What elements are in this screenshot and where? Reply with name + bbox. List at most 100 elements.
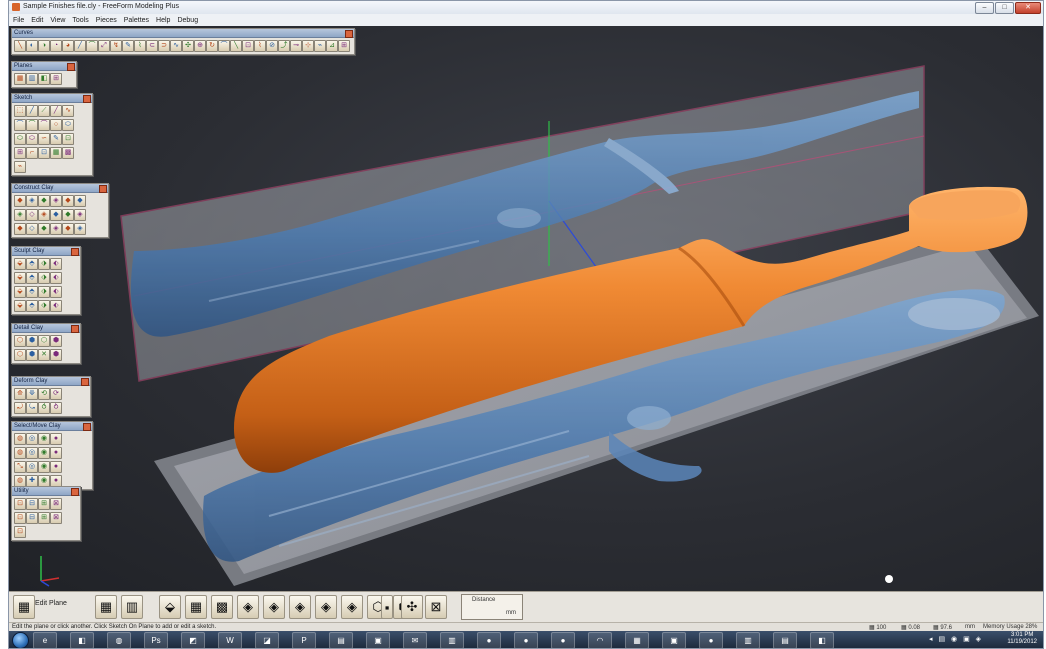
tool-button-icon[interactable]: ⬖ xyxy=(50,300,62,312)
tool-button-icon[interactable]: ◈ xyxy=(14,209,26,221)
tool-button-icon[interactable]: ◉ xyxy=(38,447,50,459)
tool-button-icon[interactable]: ◆ xyxy=(38,223,50,235)
taskbar-app-icon[interactable]: ● xyxy=(477,632,501,648)
tool-button-icon[interactable]: ◈ xyxy=(50,195,62,207)
tool-button-icon[interactable]: ⬭ xyxy=(14,133,26,145)
tool-button-icon[interactable]: ● xyxy=(50,461,62,473)
tool-button-icon[interactable]: ◈ xyxy=(50,223,62,235)
tool-button-icon[interactable]: ⟲ xyxy=(38,388,50,400)
close-button[interactable]: ✕ xyxy=(1015,2,1041,14)
tool-button-icon[interactable]: ◉ xyxy=(38,461,50,473)
bottom-tool-icon[interactable]: ⊠ xyxy=(425,595,447,619)
tool-button-icon[interactable]: ⬡ xyxy=(14,335,26,347)
tool-button-icon[interactable]: ⌁ xyxy=(314,40,326,52)
taskbar-app-icon[interactable]: ◠ xyxy=(588,632,612,648)
tool-button-icon[interactable]: ⌒ xyxy=(26,119,38,131)
tool-button-icon[interactable]: ⌇ xyxy=(134,40,146,52)
menu-view[interactable]: View xyxy=(50,17,65,24)
tool-button-icon[interactable]: ╲ xyxy=(230,40,242,52)
tool-button-icon[interactable]: ⌒ xyxy=(86,40,98,52)
maximize-button[interactable]: □ xyxy=(995,2,1014,14)
tool-button-icon[interactable]: ◎ xyxy=(26,433,38,445)
tool-button-icon[interactable]: ◎ xyxy=(26,461,38,473)
tool-button-icon[interactable]: ◈ xyxy=(38,209,50,221)
tool-button-icon[interactable]: ◆ xyxy=(38,195,50,207)
taskbar-app-icon[interactable]: ◧ xyxy=(70,632,94,648)
bottom-tool-icon[interactable]: ▦ xyxy=(185,595,207,619)
tool-button-icon[interactable]: ◆ xyxy=(62,223,74,235)
distance-field[interactable]: Distance mm xyxy=(461,594,523,620)
menu-edit[interactable]: Edit xyxy=(31,17,43,24)
tool-button-icon[interactable]: ⊞ xyxy=(14,147,26,159)
close-icon[interactable] xyxy=(83,95,91,103)
tool-button-icon[interactable]: ⬗ xyxy=(38,272,50,284)
menu-tools[interactable]: Tools xyxy=(72,17,88,24)
tool-button-icon[interactable]: ⬗ xyxy=(38,258,50,270)
taskbar-app-icon[interactable]: ▣ xyxy=(366,632,390,648)
tool-button-icon[interactable]: ⬡ xyxy=(14,349,26,361)
tool-button-icon[interactable]: ╱ xyxy=(26,105,38,117)
tool-button-icon[interactable]: ⬙ xyxy=(14,258,26,270)
tool-button-icon[interactable]: ◆ xyxy=(62,195,74,207)
tool-button-icon[interactable]: ⌇ xyxy=(254,40,266,52)
edit-plane-label[interactable]: Edit Plane xyxy=(35,600,67,607)
tool-button-icon[interactable]: ◔ xyxy=(50,40,62,52)
bottom-tool-icon[interactable]: ◈ xyxy=(289,595,311,619)
close-icon[interactable] xyxy=(71,488,79,496)
tool-button-icon[interactable]: ● xyxy=(50,433,62,445)
tool-button-icon[interactable]: ⬢ xyxy=(50,349,62,361)
tool-button-icon[interactable]: ⊿ xyxy=(326,40,338,52)
tool-button-icon[interactable]: ⥀ xyxy=(38,402,50,414)
tool-button-icon[interactable]: ╱ xyxy=(50,105,62,117)
bottom-tool-icon[interactable]: ◈ xyxy=(315,595,337,619)
tool-button-icon[interactable]: ⬙ xyxy=(14,272,26,284)
tool-button-icon[interactable]: ◈ xyxy=(26,195,38,207)
tool-button-icon[interactable]: ◧ xyxy=(38,73,50,85)
tool-button-icon[interactable]: ◆ xyxy=(14,223,26,235)
tool-button-icon[interactable]: ⬖ xyxy=(50,286,62,298)
tool-button-icon[interactable]: ↻ xyxy=(206,40,218,52)
tool-button-icon[interactable]: ⟱ xyxy=(26,388,38,400)
tool-button-icon[interactable]: ⤾ xyxy=(14,402,26,414)
tool-button-icon[interactable]: ◆ xyxy=(14,195,26,207)
menu-debug[interactable]: Debug xyxy=(177,17,198,24)
tool-button-icon[interactable]: ⊡ xyxy=(14,526,26,538)
tool-button-icon[interactable]: ◑ xyxy=(38,40,50,52)
close-icon[interactable] xyxy=(71,325,79,333)
close-icon[interactable] xyxy=(71,248,79,256)
taskbar-app-icon[interactable]: ● xyxy=(551,632,575,648)
taskbar-app-icon[interactable]: ▤ xyxy=(773,632,797,648)
tool-button-icon[interactable]: ⊕ xyxy=(194,40,206,52)
menu-pieces[interactable]: Pieces xyxy=(96,17,117,24)
close-icon[interactable] xyxy=(67,63,75,71)
bottom-tool-icon[interactable]: ▪ xyxy=(381,595,393,619)
tool-button-icon[interactable]: ⤢ xyxy=(98,40,110,52)
tool-button-icon[interactable]: ↯ xyxy=(110,40,122,52)
close-icon[interactable] xyxy=(81,378,89,386)
tool-button-icon[interactable]: ⊞ xyxy=(50,73,62,85)
taskbar-app-icon[interactable]: ● xyxy=(514,632,538,648)
tool-button-icon[interactable]: ⊠ xyxy=(50,512,62,524)
tool-button-icon[interactable]: ⬙ xyxy=(14,300,26,312)
tool-button-icon[interactable]: ⊠ xyxy=(50,498,62,510)
tool-button-icon[interactable]: ⬢ xyxy=(50,335,62,347)
taskbar-app-icon[interactable]: ▦ xyxy=(625,632,649,648)
tool-button-icon[interactable]: ⊞ xyxy=(38,498,50,510)
taskbar-app-icon[interactable]: e xyxy=(33,632,57,648)
taskbar-app-icon[interactable]: ◍ xyxy=(107,632,131,648)
tool-button-icon[interactable]: ⊟ xyxy=(26,498,38,510)
tool-button-icon[interactable]: ⤴ xyxy=(278,40,290,52)
tool-button-icon[interactable]: ⊃ xyxy=(158,40,170,52)
tool-button-icon[interactable]: ✎ xyxy=(122,40,134,52)
tray-icons[interactable]: ◂ ▤ ◉ ▣ ◈ xyxy=(929,635,983,643)
tool-button-icon[interactable]: ⬙ xyxy=(14,286,26,298)
tool-button-icon[interactable]: ⊂ xyxy=(146,40,158,52)
tool-button-icon[interactable]: ◎ xyxy=(26,447,38,459)
tool-button-icon[interactable]: ⬘ xyxy=(26,300,38,312)
tool-button-icon[interactable]: ⬗ xyxy=(38,300,50,312)
bottom-tool-icon[interactable]: ◈ xyxy=(341,595,363,619)
tool-button-icon[interactable]: ◇ xyxy=(26,209,38,221)
tool-button-icon[interactable]: ⊞ xyxy=(38,512,50,524)
tool-button-icon[interactable]: ⊸ xyxy=(290,40,302,52)
tool-button-icon[interactable]: ⥁ xyxy=(50,402,62,414)
